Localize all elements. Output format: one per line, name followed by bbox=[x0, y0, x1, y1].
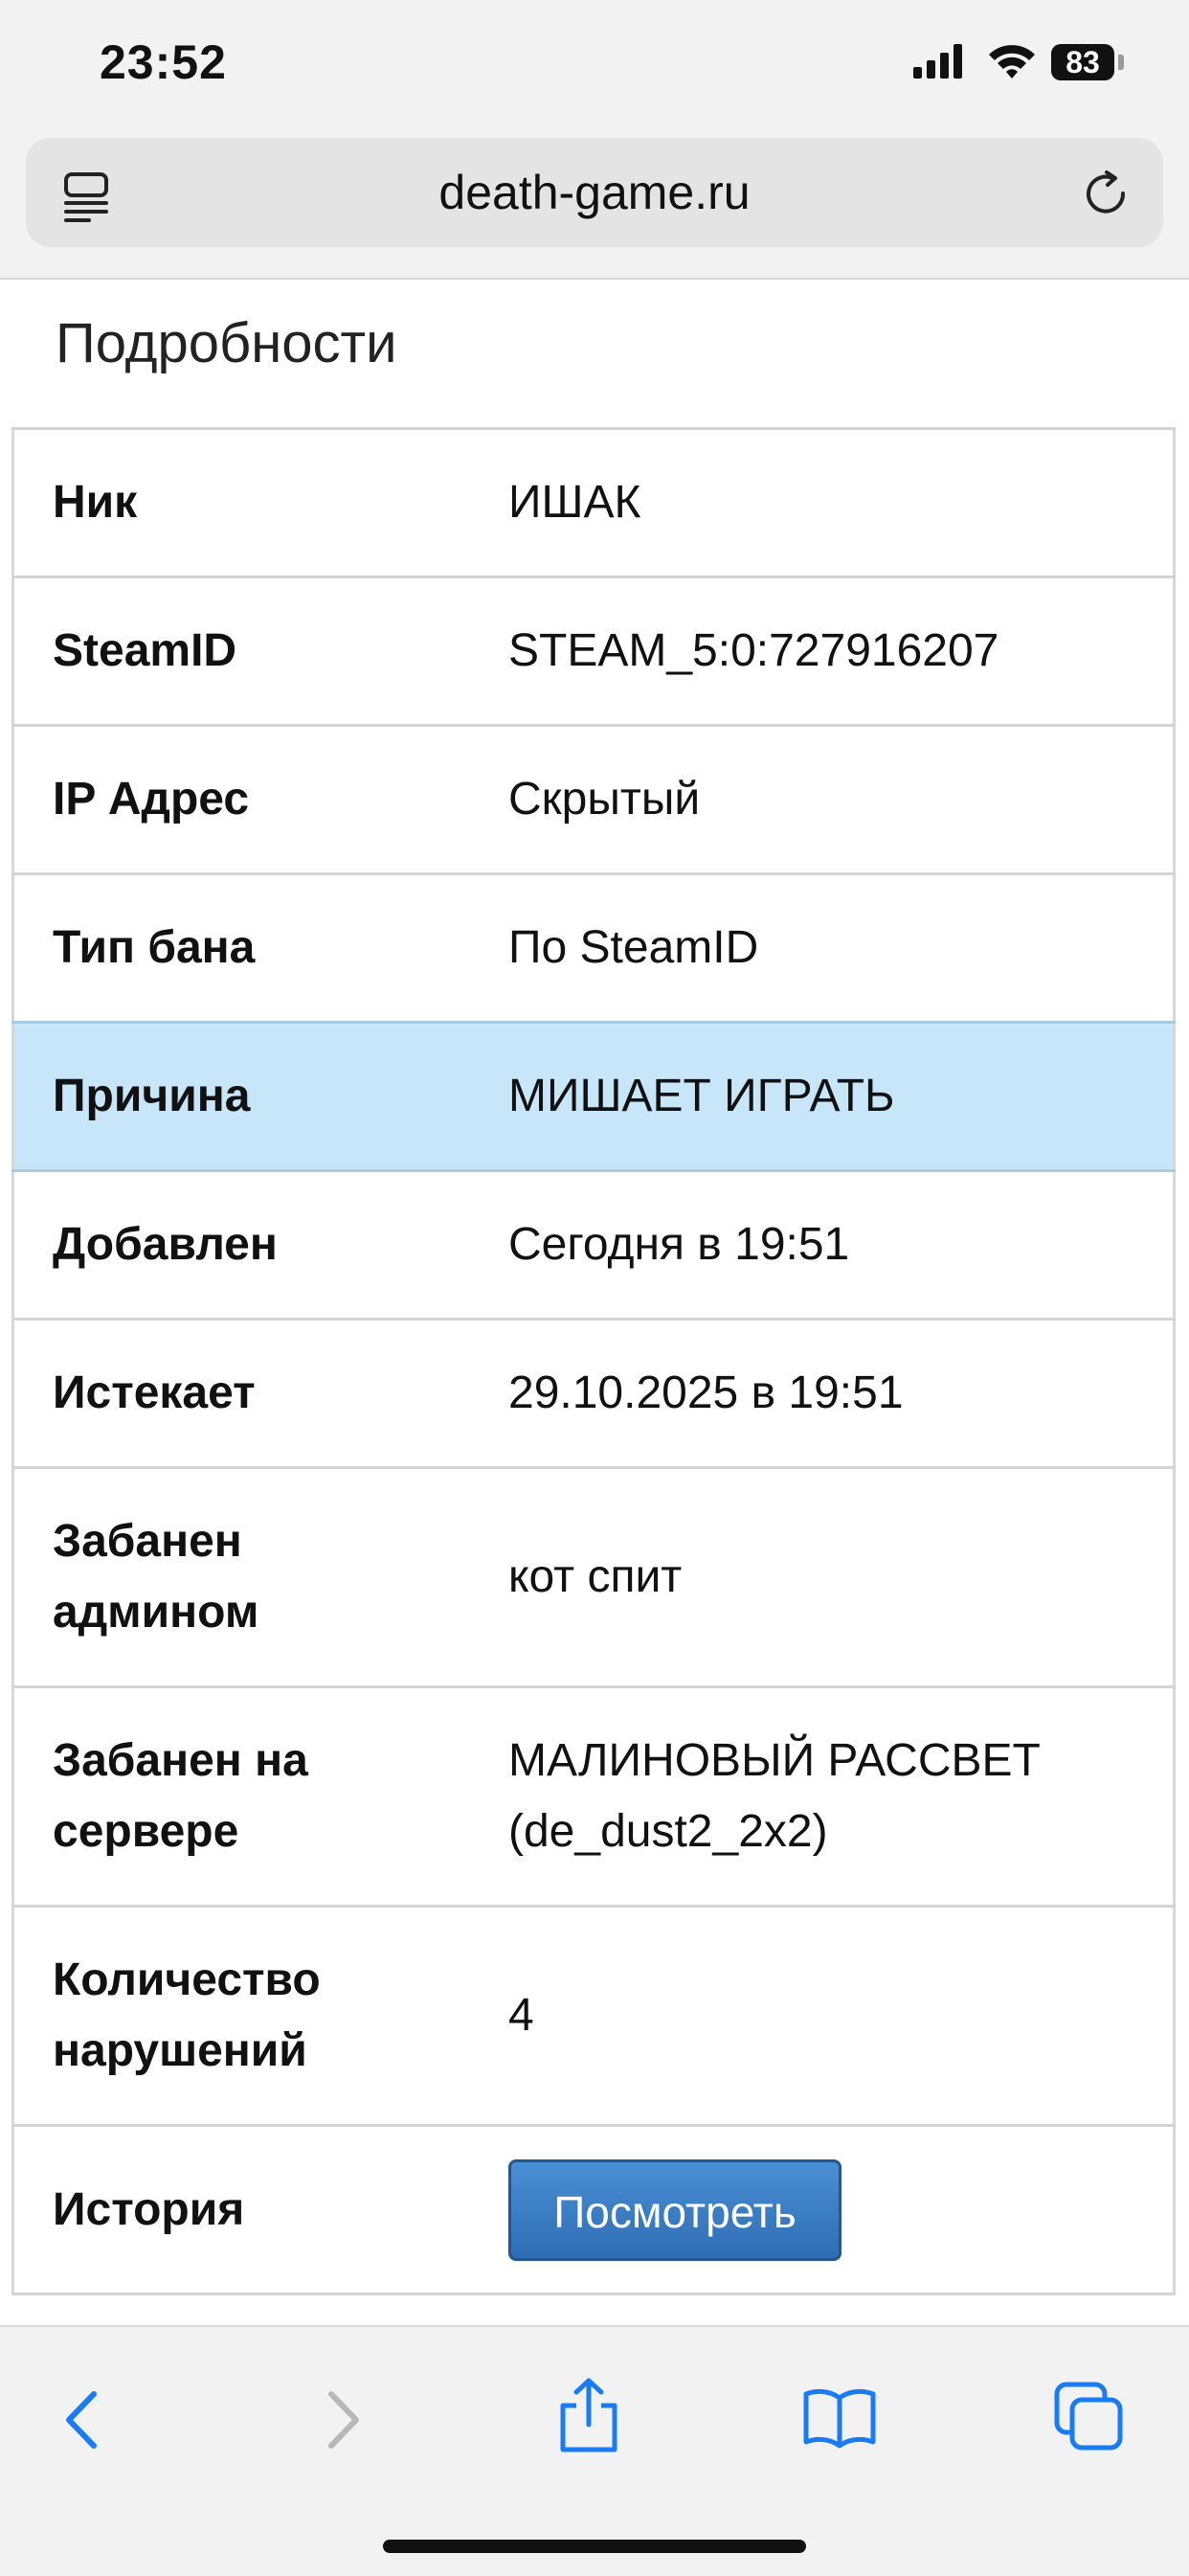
table-row: Тип бана По SteamID bbox=[12, 872, 1175, 1023]
row-label-line: Забанен bbox=[53, 1516, 242, 1567]
row-label-reason: Причина bbox=[12, 1021, 508, 1172]
row-value-violations: 4 bbox=[508, 1905, 1175, 2126]
row-label-added: Добавлен bbox=[12, 1169, 508, 1320]
row-label-ip: IP Адрес bbox=[12, 724, 508, 874]
table-row: Добавлен Сегодня в 19:51 bbox=[12, 1169, 1175, 1320]
row-value-server: МАЛИНОВЫЙ РАССВЕТ (de_dust2_2x2) bbox=[508, 1685, 1175, 1907]
row-label-ban-type: Тип бана bbox=[12, 872, 508, 1023]
table-row: Истекает 29.10.2025 в 19:51 bbox=[12, 1318, 1175, 1468]
row-label-line: Забанен на bbox=[53, 1735, 308, 1786]
row-value-ip: Скрытый bbox=[508, 724, 1175, 874]
row-label-steamid: SteamID bbox=[12, 576, 508, 726]
table-row: IP Адрес Скрытый bbox=[12, 724, 1175, 874]
cellular-signal-icon bbox=[913, 44, 962, 79]
row-label-violations: Количество нарушений bbox=[12, 1905, 508, 2126]
view-history-button[interactable]: Посмотреть bbox=[508, 2158, 841, 2261]
row-value-history: Посмотреть bbox=[508, 2124, 1175, 2294]
table-row: История Посмотреть bbox=[12, 2124, 1175, 2294]
row-value-steamid: STEAM_5:0:727916207 bbox=[508, 576, 1175, 726]
bookmarks-icon[interactable] bbox=[802, 2386, 877, 2450]
row-label-line: нарушений bbox=[53, 2025, 307, 2076]
row-value-line: МАЛИНОВЫЙ РАССВЕТ bbox=[508, 1735, 1041, 1786]
row-label-nick: Ник bbox=[12, 427, 508, 577]
battery-indicator: 83 bbox=[1051, 44, 1114, 80]
back-icon[interactable] bbox=[57, 2386, 111, 2453]
ban-details-table: Ник ИШАК SteamID STEAM_5:0:727916207 IP … bbox=[11, 427, 1176, 2295]
reload-icon[interactable] bbox=[1081, 169, 1133, 220]
url-text[interactable]: death-game.ru bbox=[26, 138, 1163, 247]
page-title: Подробности bbox=[56, 312, 397, 374]
browser-bottom-toolbar bbox=[0, 2325, 1189, 2576]
home-indicator bbox=[383, 2540, 806, 2553]
battery-cap bbox=[1118, 55, 1124, 70]
row-label-line: Количество bbox=[53, 1955, 321, 2005]
table-row: Забанен админом кот спит bbox=[12, 1466, 1175, 1687]
row-label-line: сервере bbox=[53, 1806, 239, 1857]
row-value-banned-by: кот спит bbox=[508, 1466, 1175, 1687]
status-bar: 23:52 83 bbox=[0, 0, 1189, 124]
status-time: 23:52 bbox=[100, 35, 227, 89]
row-value-ban-type: По SteamID bbox=[508, 872, 1175, 1023]
row-label-expires: Истекает bbox=[12, 1318, 508, 1468]
row-value-reason: МИШАЕТ ИГРАТЬ bbox=[508, 1021, 1175, 1172]
share-icon[interactable] bbox=[555, 2377, 622, 2453]
table-row: Количество нарушений 4 bbox=[12, 1905, 1175, 2126]
table-row: Ник ИШАК bbox=[12, 427, 1175, 577]
row-value-expires: 29.10.2025 в 19:51 bbox=[508, 1318, 1175, 1468]
row-label-banned-by: Забанен админом bbox=[12, 1466, 508, 1687]
wifi-icon bbox=[989, 45, 1035, 79]
row-value-added: Сегодня в 19:51 bbox=[508, 1169, 1175, 1320]
forward-icon[interactable] bbox=[314, 2386, 368, 2453]
address-bar[interactable]: death-game.ru bbox=[26, 138, 1163, 247]
row-value-line: (de_dust2_2x2) bbox=[508, 1806, 828, 1857]
tabs-icon[interactable] bbox=[1053, 2381, 1126, 2453]
row-label-line: админом bbox=[53, 1587, 259, 1638]
row-label-history: История bbox=[12, 2124, 508, 2294]
row-label-server: Забанен на сервере bbox=[12, 1685, 508, 1907]
table-row-highlighted: Причина МИШАЕТ ИГРАТЬ bbox=[12, 1021, 1175, 1172]
browser-toolbar: death-game.ru bbox=[0, 124, 1189, 280]
row-value-nick: ИШАК bbox=[508, 427, 1175, 577]
table-row: Забанен на сервере МАЛИНОВЫЙ РАССВЕТ (de… bbox=[12, 1685, 1175, 1907]
table-row: SteamID STEAM_5:0:727916207 bbox=[12, 576, 1175, 726]
